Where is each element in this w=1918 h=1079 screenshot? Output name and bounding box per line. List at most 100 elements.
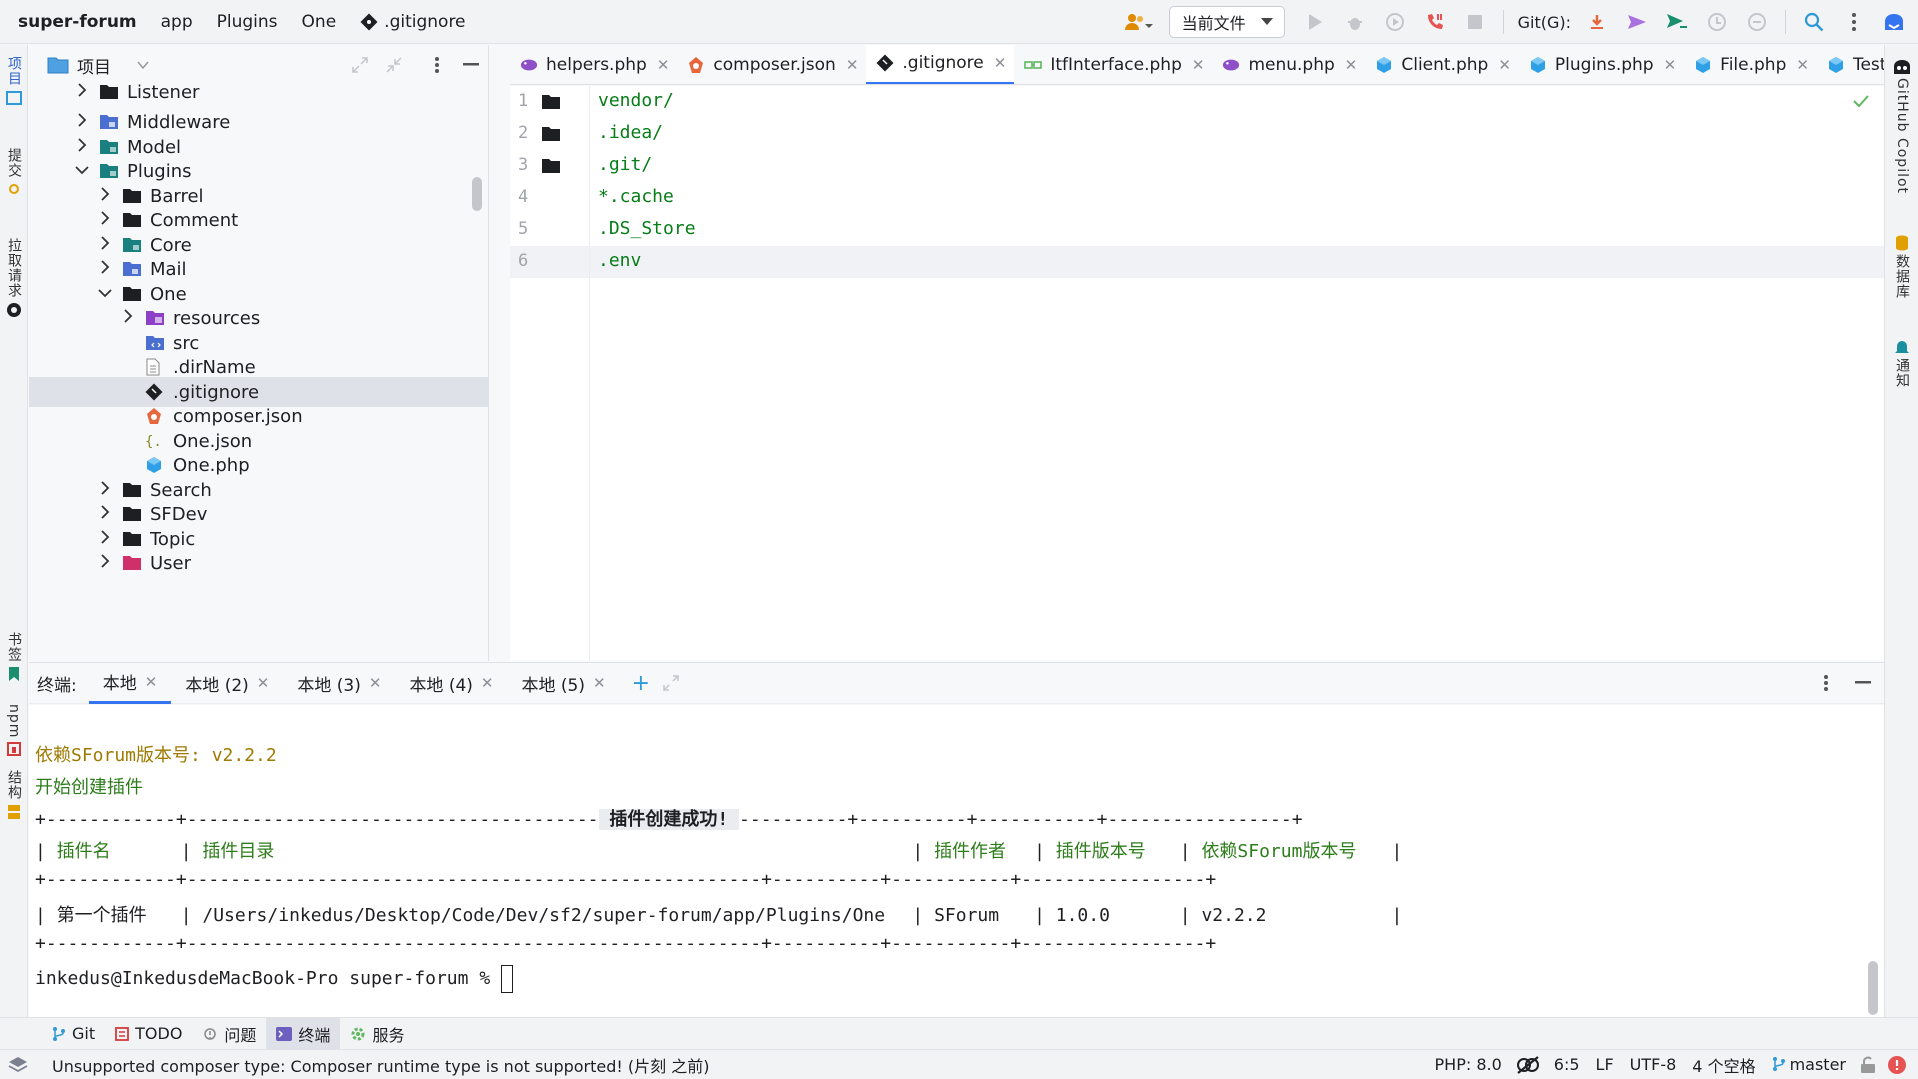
project-scrollbar[interactable] xyxy=(472,177,482,211)
problems-tool-button[interactable]: 问题 xyxy=(192,1018,266,1050)
close-tab-icon[interactable]: ✕ xyxy=(1796,56,1809,74)
close-tab-icon[interactable]: ✕ xyxy=(1192,56,1205,74)
npm-tool-button[interactable]: npm xyxy=(0,701,28,757)
tree-item[interactable]: Listener xyxy=(29,77,488,107)
line-separator[interactable]: LF xyxy=(1588,1055,1622,1074)
error-report-icon[interactable] xyxy=(1886,1054,1908,1076)
close-tab-icon[interactable]: ✕ xyxy=(846,56,859,74)
breadcrumb-app[interactable]: app xyxy=(149,0,205,44)
search-icon[interactable] xyxy=(1794,0,1834,44)
layers-icon[interactable] xyxy=(8,1056,28,1074)
breadcrumb-one[interactable]: One xyxy=(290,0,349,44)
status-message[interactable]: Unsupported composer type: Composer runt… xyxy=(44,1053,1427,1077)
breadcrumb-file[interactable]: .gitignore xyxy=(348,0,477,44)
chevron-right-icon[interactable] xyxy=(98,505,112,523)
editor-tab[interactable]: Plugins.php ✕ xyxy=(1519,45,1684,84)
bookmarks-tool-button[interactable]: 书签 xyxy=(0,629,28,682)
chevron-right-icon[interactable] xyxy=(75,113,89,131)
expand-all-icon[interactable] xyxy=(351,56,369,74)
code-line[interactable]: vendor/ xyxy=(598,90,674,111)
minimize-icon[interactable] xyxy=(1855,681,1871,685)
minimize-icon[interactable] xyxy=(463,63,479,67)
editor-tab[interactable]: helpers.php ✕ xyxy=(510,45,677,84)
code-editor[interactable]: 1 2 3 4 5 6 vendor/ .idea/ .git/ *.cache .DS_Stor… xyxy=(510,86,1884,661)
git-commit-icon[interactable] xyxy=(1617,0,1657,44)
debug-icon[interactable] xyxy=(1335,0,1375,44)
terminal-tab[interactable]: 本地 ✕ xyxy=(88,662,172,704)
chevron-right-icon[interactable] xyxy=(75,138,89,156)
no-sync-icon[interactable] xyxy=(1516,1055,1540,1075)
history-icon[interactable] xyxy=(1697,0,1737,44)
editor-tab[interactable]: Client.php ✕ xyxy=(1365,45,1519,84)
options-icon[interactable] xyxy=(434,56,440,74)
code-line[interactable]: .DS_Store xyxy=(598,218,696,239)
close-tab-icon[interactable]: ✕ xyxy=(481,674,494,692)
todo-tool-button[interactable]: TODO xyxy=(105,1018,192,1050)
profile-icon[interactable] xyxy=(1375,0,1415,44)
terminal-output[interactable]: 依赖SForum版本号: v2.2.2 开始创建插件 +------------… xyxy=(29,705,1884,1017)
editor-tab[interactable]: ItfInterface.php ✕ xyxy=(1014,45,1212,84)
pull-requests-tool-button[interactable]: 拉取请求 xyxy=(0,235,28,318)
run-icon[interactable] xyxy=(1295,0,1335,44)
terminal-tab[interactable]: 本地 (5) ✕ xyxy=(508,662,620,704)
terminal-tab[interactable]: 本地 (3) ✕ xyxy=(283,662,395,704)
project-panel-title[interactable]: 项目 xyxy=(77,53,111,78)
breadcrumb-project[interactable]: super-forum xyxy=(0,0,149,44)
copilot-tool-button[interactable]: GitHub Copilot xyxy=(1888,59,1916,194)
terminal-tab[interactable]: 本地 (2) ✕ xyxy=(171,662,283,704)
editor-tab[interactable]: TestCc xyxy=(1817,45,1884,84)
close-tab-icon[interactable]: ✕ xyxy=(994,54,1007,72)
editor-tab[interactable]: .gitignore ✕ xyxy=(866,45,1015,84)
terminal-tool-button[interactable]: 终端 xyxy=(266,1017,341,1050)
new-terminal-icon[interactable]: + xyxy=(620,671,662,696)
options-icon[interactable] xyxy=(1823,674,1829,692)
terminal-tab[interactable]: 本地 (4) ✕ xyxy=(395,662,507,704)
close-tab-icon[interactable]: ✕ xyxy=(593,674,606,692)
file-encoding[interactable]: UTF-8 xyxy=(1622,1055,1685,1074)
git-update-icon[interactable] xyxy=(1577,0,1617,44)
notifications-tool-button[interactable]: 通知 xyxy=(1888,339,1916,388)
git-tool-button[interactable]: Git xyxy=(42,1018,105,1050)
expand-icon[interactable] xyxy=(662,674,680,692)
close-tab-icon[interactable]: ✕ xyxy=(369,674,382,692)
chevron-down-icon[interactable] xyxy=(75,164,89,179)
chevron-right-icon[interactable] xyxy=(98,554,112,572)
breadcrumb-plugins[interactable]: Plugins xyxy=(205,0,290,44)
close-tab-icon[interactable]: ✕ xyxy=(145,673,158,691)
commit-tool-button[interactable]: 提交 xyxy=(0,145,28,196)
services-tool-button[interactable]: 服务 xyxy=(340,1018,414,1050)
editor-tab[interactable]: composer.json ✕ xyxy=(677,45,866,84)
more-icon[interactable] xyxy=(1834,0,1874,44)
code-line[interactable]: .idea/ xyxy=(598,122,663,143)
chevron-right-icon[interactable] xyxy=(75,83,89,101)
close-tab-icon[interactable]: ✕ xyxy=(657,56,670,74)
rollback-icon[interactable] xyxy=(1737,0,1777,44)
code-line[interactable]: .git/ xyxy=(598,154,652,175)
tree-item[interactable]: User xyxy=(29,548,488,578)
chevron-right-icon[interactable] xyxy=(98,211,112,229)
collaboration-icon[interactable] xyxy=(1119,0,1159,44)
run-config-dropdown[interactable]: 当前文件 xyxy=(1168,6,1285,38)
chevron-right-icon[interactable] xyxy=(121,309,135,327)
copilot-logo-icon[interactable] xyxy=(1874,0,1914,44)
project-tool-button[interactable]: 项目 xyxy=(0,53,28,106)
chevron-right-icon[interactable] xyxy=(98,187,112,205)
chevron-down-icon[interactable] xyxy=(98,287,112,302)
code-line[interactable]: *.cache xyxy=(598,186,674,207)
terminal-prompt-line[interactable]: inkedus@InkedusdeMacBook-Pro super-forum… xyxy=(35,965,513,993)
terminal-scrollbar[interactable] xyxy=(1868,961,1878,1015)
phone-debug-icon[interactable] xyxy=(1415,0,1455,44)
cursor-position[interactable]: 6:5 xyxy=(1546,1055,1588,1074)
close-tab-icon[interactable]: ✕ xyxy=(1345,56,1358,74)
git-branch[interactable]: master xyxy=(1764,1055,1854,1074)
chevron-right-icon[interactable] xyxy=(98,236,112,254)
editor-tab[interactable]: File.php ✕ xyxy=(1684,45,1817,84)
git-push-icon[interactable] xyxy=(1657,0,1697,44)
database-tool-button[interactable]: 数据库 xyxy=(1888,235,1916,299)
stop-icon[interactable] xyxy=(1455,0,1495,44)
close-tab-icon[interactable]: ✕ xyxy=(1498,56,1511,74)
chevron-right-icon[interactable] xyxy=(98,260,112,278)
chevron-down-icon[interactable] xyxy=(137,60,149,70)
close-tab-icon[interactable]: ✕ xyxy=(257,674,270,692)
unlock-icon[interactable] xyxy=(1860,1056,1876,1074)
